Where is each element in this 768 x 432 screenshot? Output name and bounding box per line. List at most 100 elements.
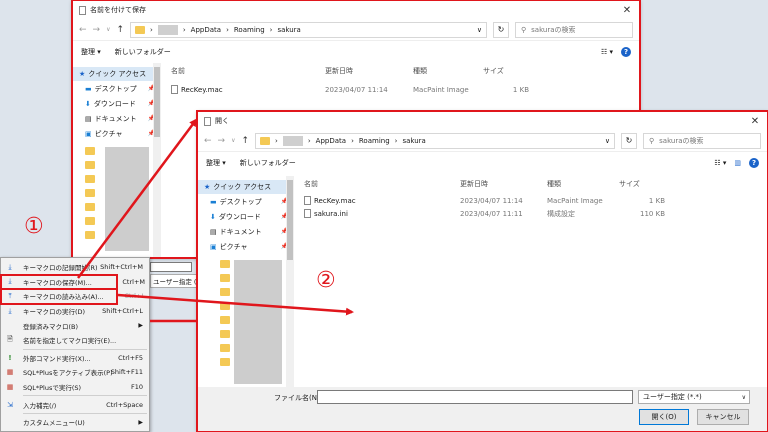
folder-icon[interactable]: [220, 358, 230, 366]
close-icon[interactable]: ✕: [743, 116, 767, 127]
nav-item-documents[interactable]: ▤ ドキュメント 📌: [198, 224, 294, 239]
menu-item-run-named-macro[interactable]: 🗎 名前を指定してマクロ実行(E)...: [1, 333, 149, 348]
forward-arrow-icon[interactable]: →: [218, 136, 226, 146]
dropdown-arrow-icon[interactable]: ∨: [106, 26, 110, 33]
folder-icon[interactable]: [85, 231, 95, 239]
organize-button[interactable]: 整理 ▾: [81, 47, 101, 57]
file-row[interactable]: RecKey.mac 2023/04/07 11:14 MacPaint Ima…: [171, 83, 639, 96]
nav-item-pictures[interactable]: ▣ ピクチャ 📌: [198, 239, 294, 254]
nav-item-downloads[interactable]: ⬇ ダウンロード 📌: [198, 209, 294, 224]
nav-scrollbar[interactable]: [286, 176, 294, 388]
nav-item-desktop[interactable]: ▬ デスクトップ 📌: [73, 81, 161, 96]
open-button[interactable]: 開く(O): [639, 409, 689, 425]
view-options-icon[interactable]: ☷ ▾: [714, 159, 726, 167]
menu-item-sqlplus-activate[interactable]: ▦ SQL*Plusをアクティブ表示(P) Shift+F11: [1, 365, 149, 380]
folder-icon[interactable]: [85, 217, 95, 225]
cancel-button[interactable]: キャンセル: [697, 409, 749, 425]
folder-icon[interactable]: [220, 316, 230, 324]
macro-menu: ⤓ キーマクロの記録開始(R) Shift+Ctrl+M ⤓ キーマクロの保存(…: [0, 257, 150, 432]
step-2-marker: ②: [316, 268, 336, 293]
file-row[interactable]: sakura.ini 2023/04/07 11:11 構成設定 110 KB: [304, 207, 767, 220]
folder-icon[interactable]: [85, 203, 95, 211]
refresh-icon[interactable]: ↻: [621, 132, 637, 149]
save-search-box[interactable]: ⚲ sakuraの検索: [515, 21, 633, 38]
folder-icon[interactable]: [85, 175, 95, 183]
folder-icon[interactable]: [220, 344, 230, 352]
file-row[interactable]: RecKey.mac 2023/04/07 11:14 MacPaint Ima…: [304, 194, 767, 207]
folder-icon[interactable]: [220, 330, 230, 338]
nav-item-desktop[interactable]: ▬ デスクトップ 📌: [198, 194, 294, 209]
column-type[interactable]: 種類: [413, 66, 483, 76]
help-icon[interactable]: ?: [749, 158, 759, 168]
macro-file-icon: 🗎: [7, 334, 13, 343]
up-arrow-icon[interactable]: ↑: [242, 136, 250, 146]
menu-item-run-macro[interactable]: ⤓ キーマクロの実行(D) Shift+Ctrl+L: [1, 304, 149, 319]
nav-quick-access[interactable]: ★ クイック アクセス: [198, 180, 294, 194]
folder-icon[interactable]: [85, 189, 95, 197]
folder-icon[interactable]: [85, 147, 95, 155]
filename-input[interactable]: [317, 390, 633, 404]
load-icon: ⤒: [8, 291, 12, 300]
path-segment[interactable]: sakura: [277, 26, 300, 34]
menu-item-save-macro[interactable]: ⤓ キーマクロの保存(M)... Ctrl+M: [0, 273, 145, 291]
column-size[interactable]: サイズ: [619, 179, 675, 189]
path-segment[interactable]: sakura: [402, 137, 425, 145]
menu-item-autocomplete[interactable]: ⇲ 入力補完(/) Ctrl+Space: [1, 397, 149, 412]
new-folder-button[interactable]: 新しいフォルダー: [240, 158, 296, 168]
nav-item-pictures[interactable]: ▣ ピクチャ 📌: [73, 126, 161, 141]
path-segment[interactable]: Roaming: [359, 137, 390, 145]
open-search-box[interactable]: ⚲ sakuraの検索: [643, 132, 761, 149]
open-column-headers: 名前 更新日時 種類 サイズ: [304, 176, 767, 192]
save-file-type-select[interactable]: ユーザー指定 (*.*): [150, 274, 198, 288]
save-filename-input[interactable]: [150, 262, 192, 272]
column-size[interactable]: サイズ: [483, 66, 539, 76]
path-segment[interactable]: AppData: [316, 137, 346, 145]
path-segment[interactable]: AppData: [191, 26, 221, 34]
column-date[interactable]: 更新日時: [460, 179, 547, 189]
forward-arrow-icon[interactable]: →: [93, 25, 101, 35]
close-icon[interactable]: ✕: [615, 5, 639, 16]
folder-icon[interactable]: [220, 288, 230, 296]
scrollbar-thumb[interactable]: [287, 180, 293, 260]
folder-icon[interactable]: [85, 161, 95, 169]
menu-item-record-macro[interactable]: ⤓ キーマクロの記録開始(R) Shift+Ctrl+M: [1, 260, 149, 275]
open-path-box[interactable]: › › AppData › Roaming › sakura ∨: [255, 132, 615, 149]
nav-item-documents[interactable]: ▤ ドキュメント 📌: [73, 111, 161, 126]
help-icon[interactable]: ?: [621, 47, 631, 57]
nav-scrollbar[interactable]: [153, 63, 161, 257]
save-path-box[interactable]: › › AppData › Roaming › sakura ∨: [130, 21, 487, 38]
nav-item-downloads[interactable]: ⬇ ダウンロード 📌: [73, 96, 161, 111]
path-segment[interactable]: Roaming: [234, 26, 265, 34]
nav-quick-access[interactable]: ★ クイック アクセス: [73, 67, 161, 81]
desktop-icon: ▬: [210, 197, 217, 206]
folder-icon[interactable]: [220, 302, 230, 310]
menu-item-external-command[interactable]: ! 外部コマンド実行(X)... Ctrl+F5: [1, 351, 149, 366]
refresh-icon[interactable]: ↻: [493, 21, 509, 38]
column-type[interactable]: 種類: [547, 179, 619, 189]
view-options-icon[interactable]: ☷ ▾: [601, 48, 613, 56]
open-body: ★ クイック アクセス ▬ デスクトップ 📌 ⬇ ダウンロード 📌 ▤ ドキュメ…: [198, 176, 767, 388]
menu-item-load-macro[interactable]: ⤒ キーマクロの読み込み(A)... Ctrl+L: [0, 288, 145, 305]
menu-item-registered-macros[interactable]: 登録済みマクロ(B) ▶: [1, 318, 149, 333]
chevron-down-icon[interactable]: ∨: [477, 26, 482, 34]
folder-icon[interactable]: [220, 274, 230, 282]
column-name[interactable]: 名前: [171, 66, 325, 76]
blurred-path-segment: [282, 135, 303, 146]
menu-item-custom-menu[interactable]: カスタムメニュー(U) ▶: [1, 415, 149, 430]
scrollbar-thumb[interactable]: [154, 67, 160, 137]
search-icon: ⚲: [521, 25, 527, 34]
dropdown-arrow-icon[interactable]: ∨: [231, 137, 235, 144]
chevron-down-icon[interactable]: ∨: [605, 137, 610, 145]
back-arrow-icon[interactable]: ←: [204, 136, 212, 146]
new-folder-button[interactable]: 新しいフォルダー: [115, 47, 171, 57]
back-arrow-icon[interactable]: ←: [79, 25, 87, 35]
column-date[interactable]: 更新日時: [325, 66, 413, 76]
column-name[interactable]: 名前: [304, 179, 460, 189]
file-icon: [171, 85, 178, 94]
up-arrow-icon[interactable]: ↑: [117, 25, 125, 35]
file-type-select[interactable]: ユーザー指定 (*.*) ∨: [638, 390, 750, 404]
menu-item-sqlplus-run[interactable]: ▦ SQL*Plusで実行(S) F10: [1, 380, 149, 395]
organize-button[interactable]: 整理 ▾: [206, 158, 226, 168]
folder-icon[interactable]: [220, 260, 230, 268]
preview-pane-icon[interactable]: ▥: [734, 159, 741, 167]
